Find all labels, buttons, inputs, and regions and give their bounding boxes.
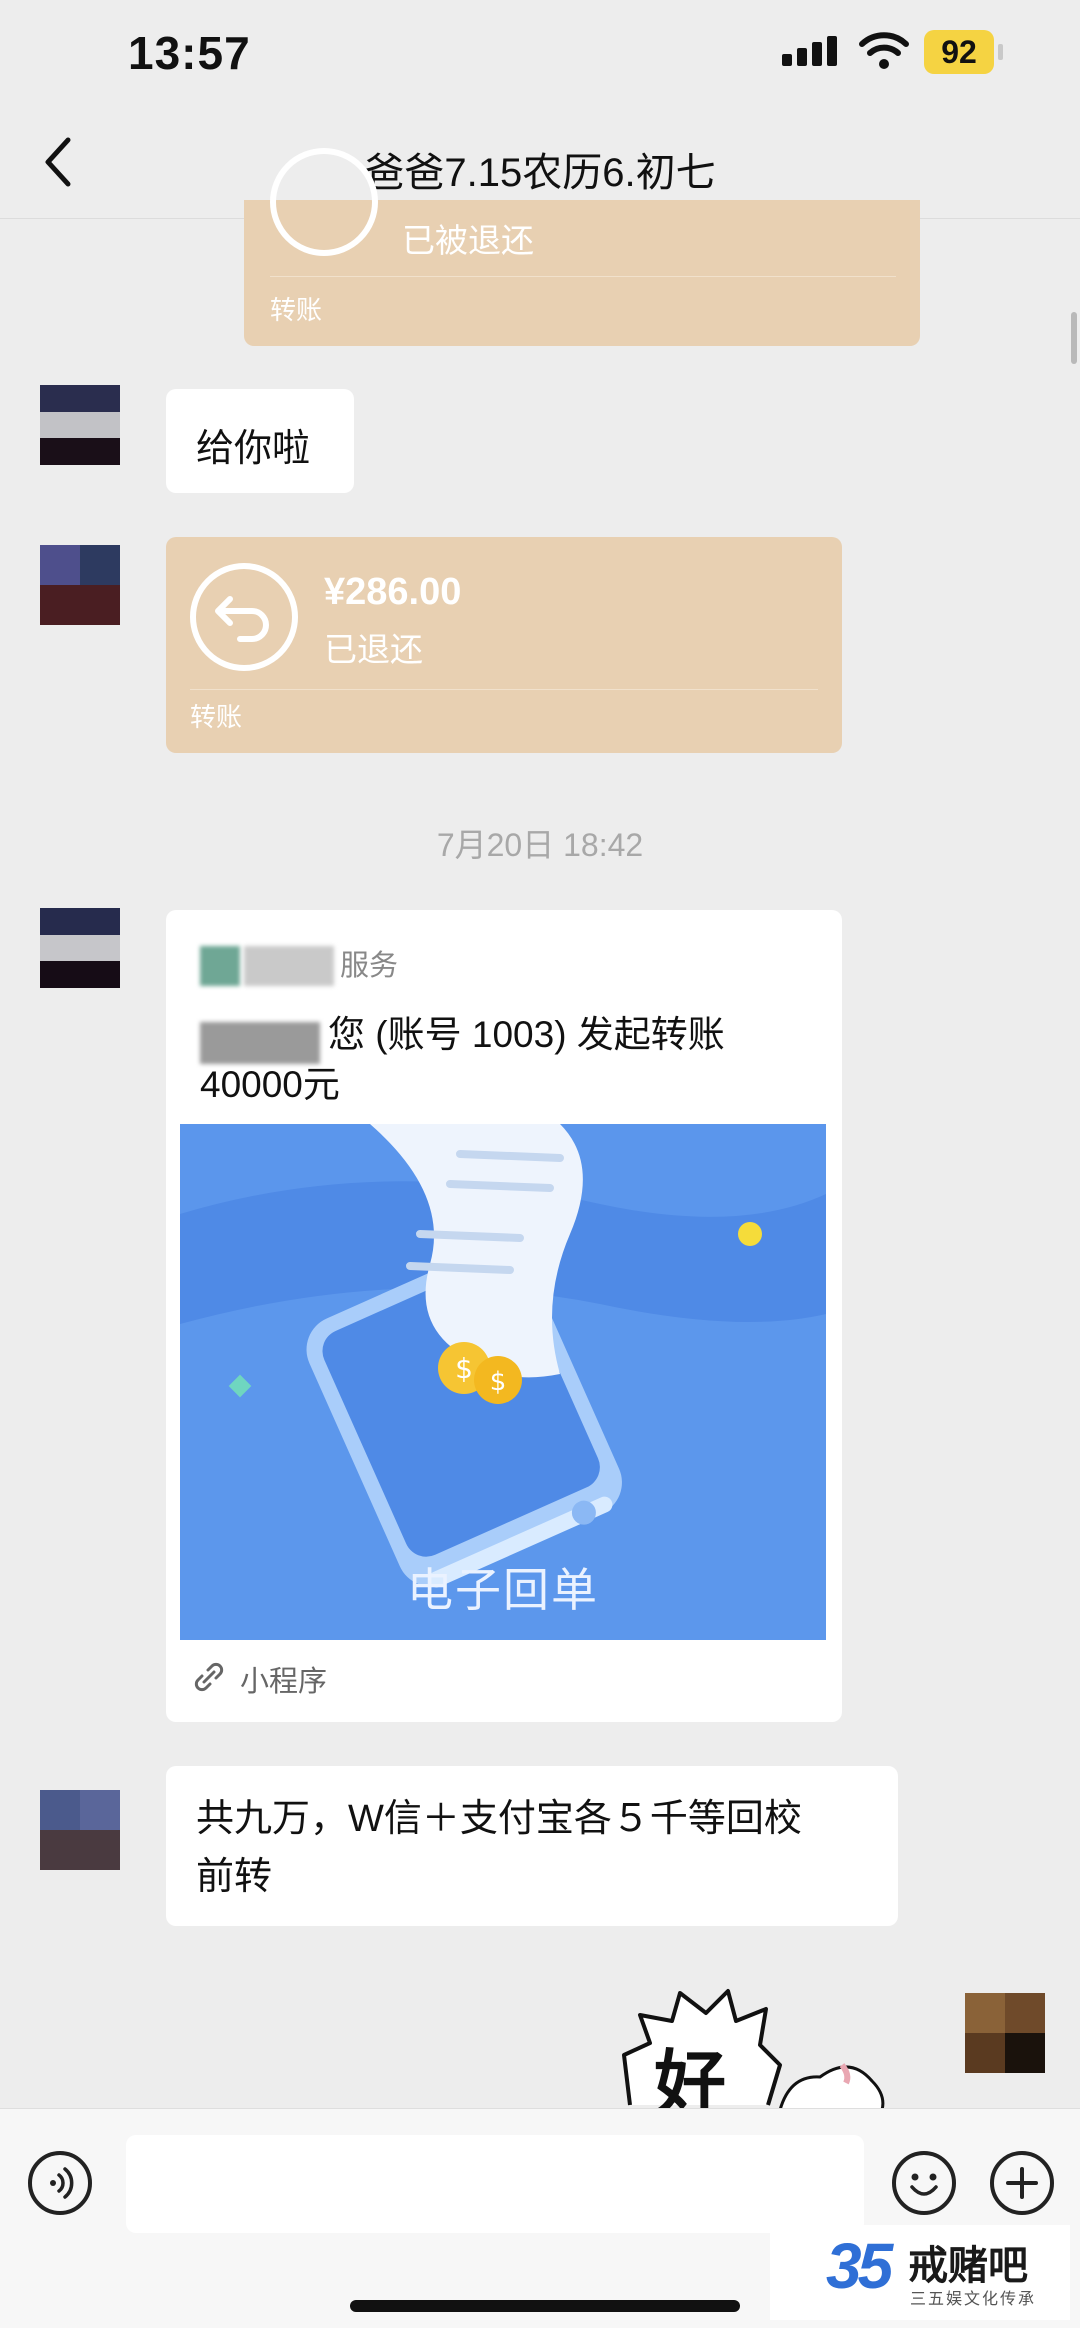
- status-bar: 13:57 92: [0, 0, 1080, 110]
- return-icon: [190, 563, 298, 671]
- service-message-line2: 40000元: [200, 1064, 340, 1105]
- voice-icon[interactable]: [28, 2151, 92, 2215]
- transfer-type-label: 转账: [270, 295, 323, 325]
- message-timestamp: 7月20日 18:42: [436, 827, 644, 863]
- mini-program-card[interactable]: 服务 您 (账号 1003) 发起转账 40000元 $ $ 电子回单 小程序: [166, 910, 842, 1722]
- emoji-icon[interactable]: [892, 2151, 956, 2215]
- transfer-status: 已被退还: [402, 222, 534, 259]
- status-time: 13:57: [128, 27, 251, 79]
- wifi-icon: [859, 32, 909, 69]
- transfer-divider: [270, 276, 896, 277]
- battery-icon: 92: [924, 30, 1004, 74]
- avatar[interactable]: [40, 1790, 120, 1870]
- message-input[interactable]: [126, 2135, 864, 2233]
- message-text: 给你啦: [196, 428, 311, 470]
- transfer-card[interactable]: ¥286.00 已退还 转账: [166, 537, 842, 753]
- message-bubble[interactable]: 共九万，W信＋支付宝各５千等回校 前转: [166, 1766, 898, 1926]
- receipt-caption: 电子回单: [407, 1564, 599, 1616]
- home-indicator[interactable]: [350, 2300, 740, 2312]
- return-icon: [270, 148, 378, 256]
- service-source: 服务: [340, 950, 399, 982]
- watermark-brand: 戒赌吧: [908, 2244, 1028, 2288]
- battery-tip: [998, 44, 1003, 60]
- service-message-line1: 您 (账号 1003) 发起转账: [328, 1014, 725, 1055]
- message-text: 共九万，W信＋支付宝各５千等回校 前转: [196, 1790, 876, 1906]
- sticker-burst: [622, 1989, 885, 2110]
- transfer-status: 已退还: [324, 631, 423, 668]
- transfer-amount: ¥286.00: [324, 571, 462, 613]
- redacted-logo: [200, 946, 240, 986]
- transfer-card-top[interactable]: 已被退还 转账: [244, 148, 920, 346]
- sticker-text: 好: [654, 2045, 727, 2110]
- link-icon: [194, 1662, 224, 1692]
- message-text-line1: 共九万，W信＋支付宝各５千等回校: [196, 1798, 802, 1840]
- plus-icon[interactable]: [990, 2151, 1054, 2215]
- transfer-divider: [190, 689, 818, 690]
- signal-icon: [782, 36, 837, 66]
- battery-level: 92: [924, 30, 994, 74]
- sticker[interactable]: 好: [610, 1985, 890, 2110]
- transfer-type-label: 转账: [190, 702, 243, 732]
- watermark-tagline: 三五娱文化传承: [910, 2291, 1037, 2308]
- message-text-line2: 前转: [196, 1856, 273, 1898]
- scroll-indicator[interactable]: [1071, 312, 1077, 364]
- avatar[interactable]: [40, 385, 120, 465]
- service-message: 您 (账号 1003) 发起转账 40000元: [200, 1010, 820, 1110]
- svg-text:$: $: [490, 1367, 507, 1397]
- message-bubble[interactable]: 给你啦: [166, 389, 354, 493]
- watermark-number: 35: [826, 2230, 893, 2302]
- chat-title: 爸爸7.15农历6.初七: [364, 151, 716, 195]
- avatar[interactable]: [40, 908, 120, 988]
- self-avatar[interactable]: [965, 1993, 1045, 2073]
- receipt-image: $ $ 电子回单: [180, 1124, 826, 1640]
- mini-program-label: 小程序: [240, 1666, 328, 1698]
- redacted-name: [244, 946, 334, 986]
- watermark: 35 戒赌吧 三五娱文化传承: [770, 2225, 1070, 2320]
- svg-text:$: $: [455, 1352, 473, 1385]
- avatar[interactable]: [40, 545, 120, 625]
